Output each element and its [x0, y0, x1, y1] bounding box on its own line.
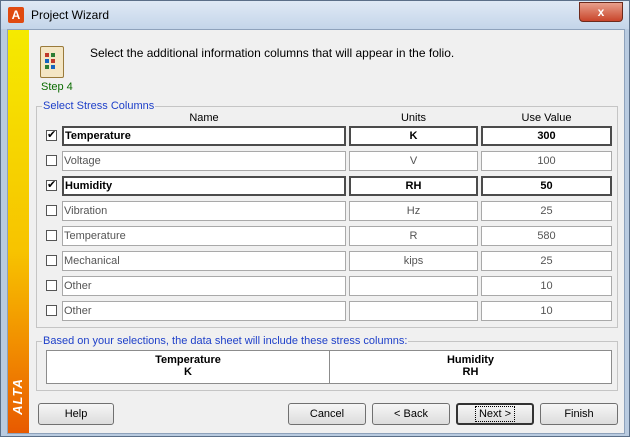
- title-bar[interactable]: A Project Wizard x: [1, 1, 629, 29]
- stress-column-units-field[interactable]: [349, 301, 478, 321]
- stress-column-units-field[interactable]: RH: [349, 176, 478, 196]
- help-button[interactable]: Help: [38, 403, 114, 425]
- back-button-label: < Back: [394, 408, 428, 420]
- window-title: Project Wizard: [31, 8, 110, 22]
- column-header-use-value: Use Value: [521, 112, 572, 124]
- sidebar-brand: ALTA: [9, 378, 25, 415]
- stress-column-checkbox[interactable]: ✔: [46, 130, 57, 141]
- stress-column-value-field[interactable]: 50: [481, 176, 612, 196]
- stress-column-checkbox[interactable]: [46, 255, 57, 266]
- stress-column-row: Mechanical kips 25: [46, 251, 618, 271]
- alta-sidebar: ALTA: [8, 30, 29, 433]
- stress-column-row: ✔ Temperature K 300: [46, 126, 618, 146]
- summary-column: Temperature K: [47, 351, 329, 383]
- cancel-button-label: Cancel: [309, 408, 345, 420]
- next-button[interactable]: Next >: [456, 403, 534, 425]
- stress-column-units-field[interactable]: [349, 276, 478, 296]
- stress-column-value-field[interactable]: 300: [481, 126, 612, 146]
- project-wizard-window: A Project Wizard x ALTA Step 4 Select th…: [0, 0, 630, 437]
- stress-column-row: Other 10: [46, 301, 618, 321]
- stress-column-name-field[interactable]: Temperature: [62, 126, 346, 146]
- stress-column-checkbox[interactable]: [46, 205, 57, 216]
- stress-column-units-field[interactable]: kips: [349, 251, 478, 271]
- stress-column-row: ✔ Humidity RH 50: [46, 176, 618, 196]
- summary-legend: Based on your selections, the data sheet…: [42, 335, 409, 347]
- stress-column-units-field[interactable]: Hz: [349, 201, 478, 221]
- stress-column-row: Temperature R 580: [46, 226, 618, 246]
- step-instruction: Select the additional information column…: [90, 46, 455, 60]
- summary-column: Humidity RH: [329, 351, 611, 383]
- stress-column-value-field[interactable]: 25: [481, 201, 612, 221]
- stress-columns-legend: Select Stress Columns: [42, 100, 156, 112]
- cancel-button[interactable]: Cancel: [288, 403, 366, 425]
- next-button-label: Next >: [474, 406, 516, 422]
- stress-column-row: Vibration Hz 25: [46, 201, 618, 221]
- close-button[interactable]: x: [579, 2, 623, 22]
- stress-column-row: Voltage V 100: [46, 151, 618, 171]
- finish-button-label: Finish: [564, 408, 594, 420]
- stress-column-value-field[interactable]: 10: [481, 276, 612, 296]
- finish-button[interactable]: Finish: [540, 403, 618, 425]
- summary-column-units: K: [184, 366, 192, 378]
- column-header-units: Units: [400, 112, 427, 124]
- stress-column-checkbox[interactable]: ✔: [46, 180, 57, 191]
- stress-column-value-field[interactable]: 10: [481, 301, 612, 321]
- stress-column-name-field[interactable]: Humidity: [62, 176, 346, 196]
- stress-column-value-field[interactable]: 580: [481, 226, 612, 246]
- column-header-name: Name: [189, 112, 219, 124]
- stress-column-name-field[interactable]: Temperature: [62, 226, 346, 246]
- stress-column-checkbox[interactable]: [46, 280, 57, 291]
- wizard-client-area: ALTA Step 4 Select the additional inform…: [7, 29, 625, 434]
- stress-column-name-field[interactable]: Other: [62, 301, 346, 321]
- summary-column-units: RH: [462, 366, 479, 378]
- stress-column-checkbox[interactable]: [46, 305, 57, 316]
- stress-column-name-field[interactable]: Voltage: [62, 151, 346, 171]
- back-button[interactable]: < Back: [372, 403, 450, 425]
- stress-column-value-field[interactable]: 100: [481, 151, 612, 171]
- stress-column-checkbox[interactable]: [46, 155, 57, 166]
- stress-column-checkbox[interactable]: [46, 230, 57, 241]
- stress-column-units-field[interactable]: V: [349, 151, 478, 171]
- stress-column-name-field[interactable]: Vibration: [62, 201, 346, 221]
- stress-column-row: Other 10: [46, 276, 618, 296]
- alta-app-icon: A: [8, 7, 24, 23]
- step-label: Step 4: [41, 81, 73, 93]
- summary-table: Temperature K Humidity RH: [46, 350, 612, 384]
- stress-column-value-field[interactable]: 25: [481, 251, 612, 271]
- summary-column-name: Humidity: [446, 354, 495, 366]
- stress-column-name-field[interactable]: Other: [62, 276, 346, 296]
- stress-column-units-field[interactable]: R: [349, 226, 478, 246]
- help-button-label: Help: [64, 408, 88, 420]
- wizard-step-icon: [40, 46, 64, 78]
- stress-column-name-field[interactable]: Mechanical: [62, 251, 346, 271]
- summary-column-name: Temperature: [155, 354, 221, 366]
- stress-column-units-field[interactable]: K: [349, 126, 478, 146]
